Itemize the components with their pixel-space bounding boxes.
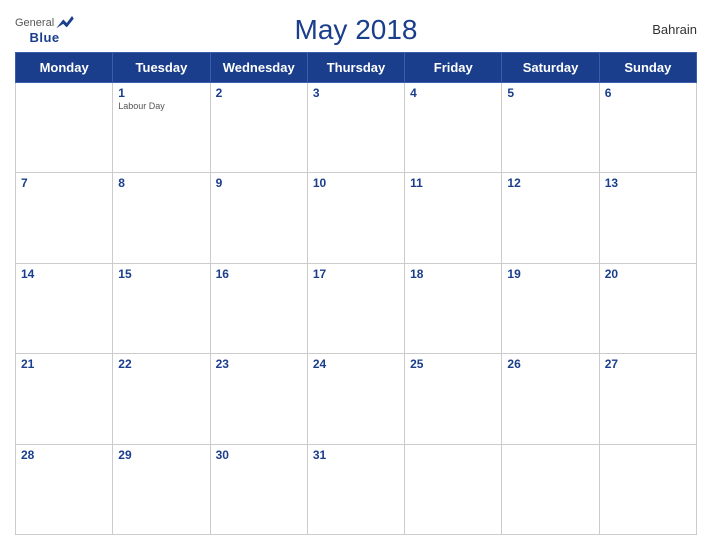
day-number: 17 (313, 267, 399, 281)
day-number: 7 (21, 176, 107, 190)
day-number: 28 (21, 448, 107, 462)
calendar-week-3: 14 15 16 17 18 19 20 (16, 263, 697, 353)
calendar-cell: 6 (599, 83, 696, 173)
calendar-cell: 1Labour Day (113, 83, 210, 173)
calendar-cell: 25 (405, 354, 502, 444)
calendar-cell: 21 (16, 354, 113, 444)
calendar-cell: 18 (405, 263, 502, 353)
day-number: 31 (313, 448, 399, 462)
day-number: 24 (313, 357, 399, 371)
calendar-cell: 8 (113, 173, 210, 263)
logo-bird-icon (56, 16, 74, 30)
calendar-cell: 17 (307, 263, 404, 353)
day-number: 18 (410, 267, 496, 281)
calendar-cell: 7 (16, 173, 113, 263)
day-number: 12 (507, 176, 593, 190)
day-number: 14 (21, 267, 107, 281)
calendar-cell (599, 444, 696, 534)
calendar-cell: 11 (405, 173, 502, 263)
weekday-header-saturday: Saturday (502, 53, 599, 83)
calendar-cell: 5 (502, 83, 599, 173)
day-number: 2 (216, 86, 302, 100)
calendar-cell: 20 (599, 263, 696, 353)
calendar-cell: 22 (113, 354, 210, 444)
calendar-cell: 4 (405, 83, 502, 173)
day-number: 9 (216, 176, 302, 190)
calendar-cell: 29 (113, 444, 210, 534)
calendar-cell: 23 (210, 354, 307, 444)
calendar-cell: 30 (210, 444, 307, 534)
logo: General Blue (15, 16, 74, 45)
logo-general-text: General (15, 17, 54, 29)
calendar-cell: 31 (307, 444, 404, 534)
day-number: 4 (410, 86, 496, 100)
calendar-cell (405, 444, 502, 534)
day-number: 8 (118, 176, 204, 190)
day-number: 29 (118, 448, 204, 462)
calendar-cell (16, 83, 113, 173)
calendar-week-5: 28 29 30 31 (16, 444, 697, 534)
day-number: 5 (507, 86, 593, 100)
calendar-cell: 14 (16, 263, 113, 353)
weekday-header-tuesday: Tuesday (113, 53, 210, 83)
calendar-header-row: MondayTuesdayWednesdayThursdayFridaySatu… (16, 53, 697, 83)
day-number: 25 (410, 357, 496, 371)
day-number: 1 (118, 86, 204, 100)
calendar-cell: 2 (210, 83, 307, 173)
calendar-cell: 24 (307, 354, 404, 444)
calendar-week-4: 21 22 23 24 25 26 27 (16, 354, 697, 444)
day-number: 16 (216, 267, 302, 281)
calendar-cell: 10 (307, 173, 404, 263)
calendar-cell: 12 (502, 173, 599, 263)
calendar-body: 1Labour Day23456789101112131415161718192… (16, 83, 697, 535)
calendar-cell: 9 (210, 173, 307, 263)
weekday-header-wednesday: Wednesday (210, 53, 307, 83)
weekday-header-monday: Monday (16, 53, 113, 83)
calendar-cell: 19 (502, 263, 599, 353)
weekday-header-friday: Friday (405, 53, 502, 83)
calendar-cell: 3 (307, 83, 404, 173)
logo-blue-text: Blue (29, 30, 59, 45)
day-number: 6 (605, 86, 691, 100)
day-number: 27 (605, 357, 691, 371)
calendar-week-2: 789 10 11 12 13 (16, 173, 697, 263)
day-number: 30 (216, 448, 302, 462)
day-number: 11 (410, 176, 496, 190)
day-number: 20 (605, 267, 691, 281)
day-number: 22 (118, 357, 204, 371)
weekday-header-thursday: Thursday (307, 53, 404, 83)
day-number: 23 (216, 357, 302, 371)
calendar-cell: 13 (599, 173, 696, 263)
day-number: 15 (118, 267, 204, 281)
holiday-label: Labour Day (118, 101, 204, 111)
day-number: 3 (313, 86, 399, 100)
weekday-header-sunday: Sunday (599, 53, 696, 83)
day-number: 13 (605, 176, 691, 190)
day-number: 26 (507, 357, 593, 371)
calendar-cell: 15 (113, 263, 210, 353)
calendar-cell: 26 (502, 354, 599, 444)
calendar-cell: 16 (210, 263, 307, 353)
calendar-cell (502, 444, 599, 534)
calendar-title: May 2018 (295, 14, 418, 46)
calendar-week-1: 1Labour Day 23456 (16, 83, 697, 173)
country-label: Bahrain (652, 22, 697, 37)
calendar-header: General Blue May 2018 Bahrain (15, 14, 697, 46)
day-number: 10 (313, 176, 399, 190)
day-number: 21 (21, 357, 107, 371)
calendar-cell: 28 (16, 444, 113, 534)
calendar-cell: 27 (599, 354, 696, 444)
day-number: 19 (507, 267, 593, 281)
calendar-table: MondayTuesdayWednesdayThursdayFridaySatu… (15, 52, 697, 535)
